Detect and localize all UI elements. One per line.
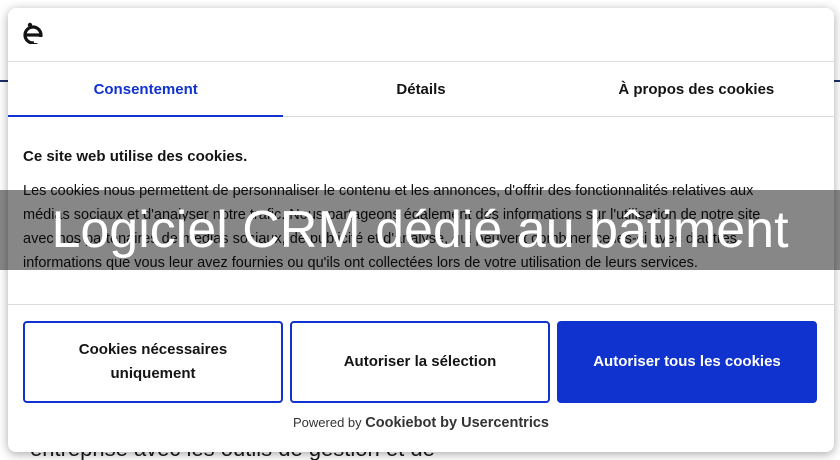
- powered-by-brand-link[interactable]: Cookiebot by Usercentrics: [365, 415, 549, 431]
- consent-actions: Cookies nécessaires uniquement Autoriser…: [8, 304, 834, 452]
- tab-details[interactable]: Détails: [283, 62, 558, 116]
- consent-title: Ce site web utilise des cookies.: [23, 148, 248, 165]
- consent-body-fade: [8, 278, 834, 304]
- necessary-cookies-button[interactable]: Cookies nécessaires uniquement: [23, 321, 283, 403]
- powered-by: Powered by Cookiebot by Usercentrics: [8, 415, 834, 431]
- allow-selection-button[interactable]: Autoriser la sélection: [290, 321, 550, 403]
- banner-title: Logiciel CRM dédié au bâtiment: [51, 201, 789, 259]
- consent-tabs: Consentement Détails À propos des cookie…: [8, 61, 834, 117]
- powered-by-label: Powered by: [292, 415, 362, 430]
- dialog-header: [8, 8, 834, 61]
- title-banner: Logiciel CRM dédié au bâtiment: [0, 190, 840, 270]
- cookiebot-logo-icon: [23, 22, 44, 44]
- allow-all-cookies-button[interactable]: Autoriser tous les cookies: [557, 321, 817, 403]
- tab-consentement[interactable]: Consentement: [8, 62, 284, 117]
- tab-about-cookies[interactable]: À propos des cookies: [559, 62, 834, 116]
